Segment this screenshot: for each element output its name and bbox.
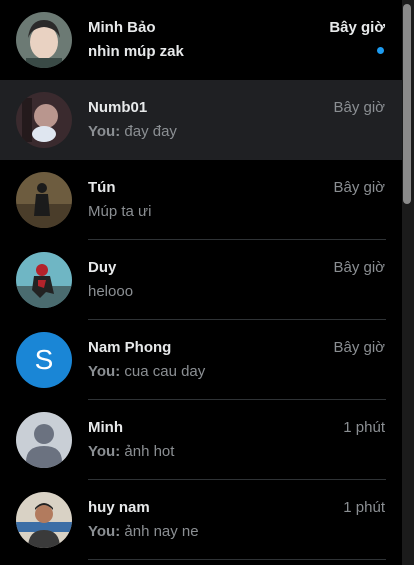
avatar [16, 492, 72, 548]
scrollbar-thumb[interactable] [403, 4, 411, 204]
timestamp: Bây giờ [333, 179, 385, 196]
avatar: S [16, 332, 72, 388]
avatar [16, 252, 72, 308]
avatar [16, 412, 72, 468]
conversation-list: Minh Bảo Bây giờ nhìn múp zak Numb01 Bây… [0, 0, 402, 560]
message-preview: You: cua cau day [88, 363, 206, 380]
avatar [16, 12, 72, 68]
conversation-row-minh-bao[interactable]: Minh Bảo Bây giờ nhìn múp zak [0, 0, 402, 80]
conversation-row-nam-phong[interactable]: S Nam Phong Bây giờ You: cua cau day [0, 320, 402, 400]
conversation-row-tun[interactable]: Tún Bây giờ Múp ta ưi [0, 160, 402, 240]
default-avatar-icon [16, 412, 72, 468]
contact-name: Numb01 [88, 99, 148, 116]
letter-avatar: S [16, 332, 72, 388]
conversation-row-huy-nam[interactable]: huy nam 1 phút You: ảnh nay ne [0, 480, 402, 560]
contact-name: Minh Bảo [88, 19, 156, 36]
message-preview: You: ảnh hot [88, 443, 175, 460]
contact-name: Duy [88, 259, 117, 276]
message-preview: Múp ta ưi [88, 203, 152, 220]
contact-name: Minh [88, 419, 123, 436]
conversation-row-duy[interactable]: Duy Bây giờ helooo [0, 240, 402, 320]
timestamp: Bây giờ [333, 99, 385, 116]
photo-silhouette-icon [16, 172, 72, 228]
photo-face-icon [16, 12, 72, 68]
photo-blurred-icon [16, 92, 72, 148]
contact-name: Nam Phong [88, 339, 172, 356]
timestamp: 1 phút [343, 499, 385, 516]
unread-dot-icon [377, 47, 384, 54]
photo-man-icon [16, 492, 72, 548]
timestamp: 1 phút [343, 419, 385, 436]
timestamp: Bây giờ [333, 339, 385, 356]
message-preview: You: ảnh nay ne [88, 523, 199, 540]
conversation-row-numb01[interactable]: Numb01 Bây giờ You: đay đay [0, 80, 402, 160]
timestamp: Bây giờ [333, 259, 385, 276]
divider [88, 559, 386, 560]
avatar [16, 92, 72, 148]
message-preview: helooo [88, 283, 134, 300]
conversation-row-minh[interactable]: Minh 1 phút You: ảnh hot [0, 400, 402, 480]
contact-name: Tún [88, 179, 116, 196]
timestamp: Bây giờ [329, 19, 385, 36]
contact-name: huy nam [88, 499, 150, 516]
photo-spiderman-icon [16, 252, 72, 308]
message-preview: You: đay đay [88, 123, 177, 140]
message-preview: nhìn múp zak [88, 43, 184, 60]
avatar [16, 172, 72, 228]
